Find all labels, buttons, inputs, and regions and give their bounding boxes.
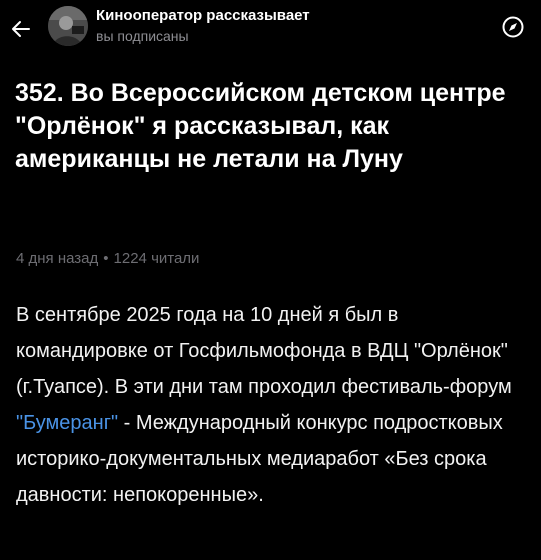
festival-link[interactable]: "Бумеранг" — [16, 412, 118, 434]
body-text-start: В сентябре 2025 года на 10 дней я был в … — [16, 304, 512, 398]
compass-button[interactable] — [499, 13, 527, 41]
meta-separator: • — [103, 250, 109, 267]
article-body: В сентябре 2025 года на 10 дней я был в … — [16, 297, 531, 513]
subscription-status: вы подписаны — [96, 28, 189, 44]
compass-icon — [502, 16, 524, 38]
arrow-left-icon — [12, 21, 30, 37]
channel-avatar[interactable] — [48, 6, 88, 46]
top-bar: Кинооператор рассказывает вы подписаны — [0, 0, 541, 60]
channel-name[interactable]: Кинооператор рассказывает — [96, 7, 310, 24]
published-time: 4 дня назад — [16, 250, 99, 267]
article-title: 352. Во Всероссийском детском центре "Ор… — [15, 79, 506, 173]
back-button[interactable] — [6, 14, 36, 44]
article-meta: 4 дня назад • 1224 читали — [16, 250, 199, 267]
read-count: 1224 читали — [113, 250, 200, 267]
